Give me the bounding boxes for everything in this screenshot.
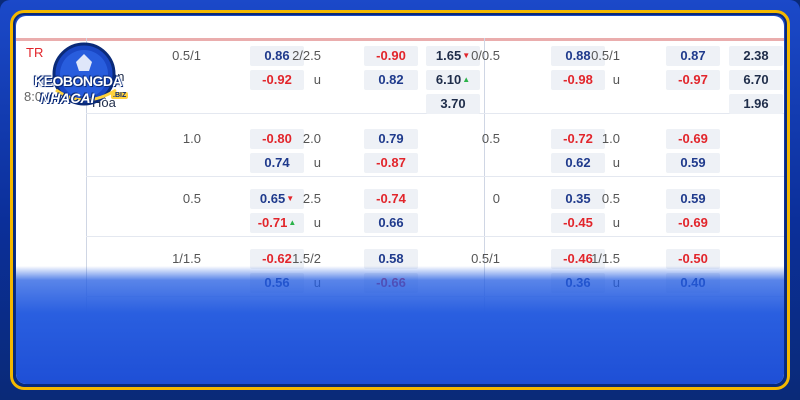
over-odds[interactable]: 0.87: [666, 46, 720, 66]
over-odds[interactable]: 0.58: [364, 249, 418, 269]
odds-1x2-2-value: 3.70: [440, 96, 466, 111]
odds-1x2-2[interactable]: 1.96: [729, 94, 783, 114]
row-divider: [86, 236, 784, 237]
over-under-line: 0.5/1: [591, 48, 620, 63]
under-odds-value: -0.66: [376, 275, 406, 290]
over-under-line: 1.0: [601, 131, 620, 146]
handicap-line: 0.5: [481, 131, 500, 146]
under-odds-value: 0.66: [378, 215, 404, 230]
under-odds-value: 0.40: [680, 275, 706, 290]
under-odds[interactable]: -0.87: [364, 153, 418, 173]
logo-text-line2: NHACAI: [40, 90, 95, 106]
over-odds-value: 0.87: [680, 48, 706, 63]
under-odds-value: -0.97: [678, 72, 708, 87]
under-odds[interactable]: 0.66: [364, 213, 418, 233]
handicap-line: 0: [492, 191, 500, 206]
odds-1x2-1-value: 6.70: [743, 72, 769, 87]
handicap-line: 0.5/1: [471, 251, 500, 266]
odds-table-panel: TR ga n Lan Hòa 8:0 0.5/10.86-0.922/2.5-…: [16, 16, 784, 384]
over-under-line: 1.5/2: [292, 251, 321, 266]
half-divider: [484, 38, 485, 384]
odds-1x2-1-value: 6.10: [435, 72, 462, 87]
over-odds-value: 0.59: [680, 191, 706, 206]
under-label: u: [612, 72, 620, 87]
handicap-line: 1/1.5: [172, 251, 201, 266]
under-odds-value: -0.87: [376, 155, 406, 170]
row-divider: [86, 176, 784, 177]
handicap-line: 1.0: [182, 131, 201, 146]
row-divider: [86, 296, 784, 297]
odds-1x2-1[interactable]: 6.10▲: [426, 70, 480, 90]
under-odds-value: -0.69: [678, 215, 708, 230]
under-odds[interactable]: -0.97: [666, 70, 720, 90]
logo-badge: .BIZ: [111, 92, 129, 99]
under-odds[interactable]: 0.82: [364, 70, 418, 90]
handicap-line: 0.5/1: [172, 48, 201, 63]
under-label: u: [313, 72, 321, 87]
site-logo[interactable]: KEOBONGDA NHACAI .BIZ: [26, 40, 144, 114]
over-odds[interactable]: -0.50: [666, 249, 720, 269]
over-odds-value: 0.58: [378, 251, 404, 266]
under-label: u: [313, 275, 321, 290]
over-under-line: 1.5: [601, 311, 620, 326]
over-odds[interactable]: -0.69: [666, 129, 720, 149]
odds-1x2-2-value: 1.96: [743, 96, 769, 111]
under-odds[interactable]: 0.59: [666, 153, 720, 173]
odds-1x2-1[interactable]: 6.70: [729, 70, 783, 90]
over-odds-value: -0.69: [678, 131, 708, 146]
over-under-line: 2.0: [302, 131, 321, 146]
under-odds[interactable]: -0.69: [666, 213, 720, 233]
over-under-line: 1/1.5: [591, 251, 620, 266]
odds-1x2-0-value: 2.38: [743, 48, 769, 63]
under-label: u: [612, 275, 620, 290]
under-label: u: [612, 155, 620, 170]
over-under-line: 2.5/3: [292, 311, 321, 326]
under-label: u: [612, 215, 620, 230]
over-under-line: 2.5: [302, 191, 321, 206]
over-odds-value: -0.90: [376, 48, 406, 63]
under-odds[interactable]: -0.66: [364, 273, 418, 293]
over-odds[interactable]: -0.56: [364, 309, 418, 329]
odds-1x2-0[interactable]: 2.38: [729, 46, 783, 66]
under-label: u: [313, 215, 321, 230]
under-label: u: [313, 155, 321, 170]
over-odds[interactable]: 0.59: [666, 189, 720, 209]
over-odds-value: -0.50: [678, 251, 708, 266]
logo-text-line1: KEOBONGDA: [34, 73, 123, 89]
over-odds-value: 0.79: [378, 131, 404, 146]
over-odds[interactable]: -0.74: [364, 189, 418, 209]
over-odds[interactable]: -0.38: [666, 309, 720, 329]
over-odds-value: -0.38: [678, 311, 708, 326]
over-odds[interactable]: -0.90: [364, 46, 418, 66]
over-odds-value: -0.74: [376, 191, 406, 206]
under-odds-value: 0.59: [680, 155, 706, 170]
handicap-line: 0/0.5: [172, 311, 201, 326]
handicap-line: 0.5: [182, 191, 201, 206]
under-odds-value: 0.82: [378, 72, 404, 87]
over-odds-value: -0.56: [376, 311, 406, 326]
odds-1x2-2[interactable]: 3.70: [426, 94, 480, 114]
over-under-line: 0.5: [601, 191, 620, 206]
odds-1x2-0-value: 1.65: [435, 48, 462, 63]
over-under-line: 2/2.5: [292, 48, 321, 63]
arrow-up-icon: ▲: [462, 75, 471, 84]
under-odds[interactable]: 0.40: [666, 273, 720, 293]
handicap-line: 0/0.5: [471, 48, 500, 63]
over-odds[interactable]: 0.79: [364, 129, 418, 149]
